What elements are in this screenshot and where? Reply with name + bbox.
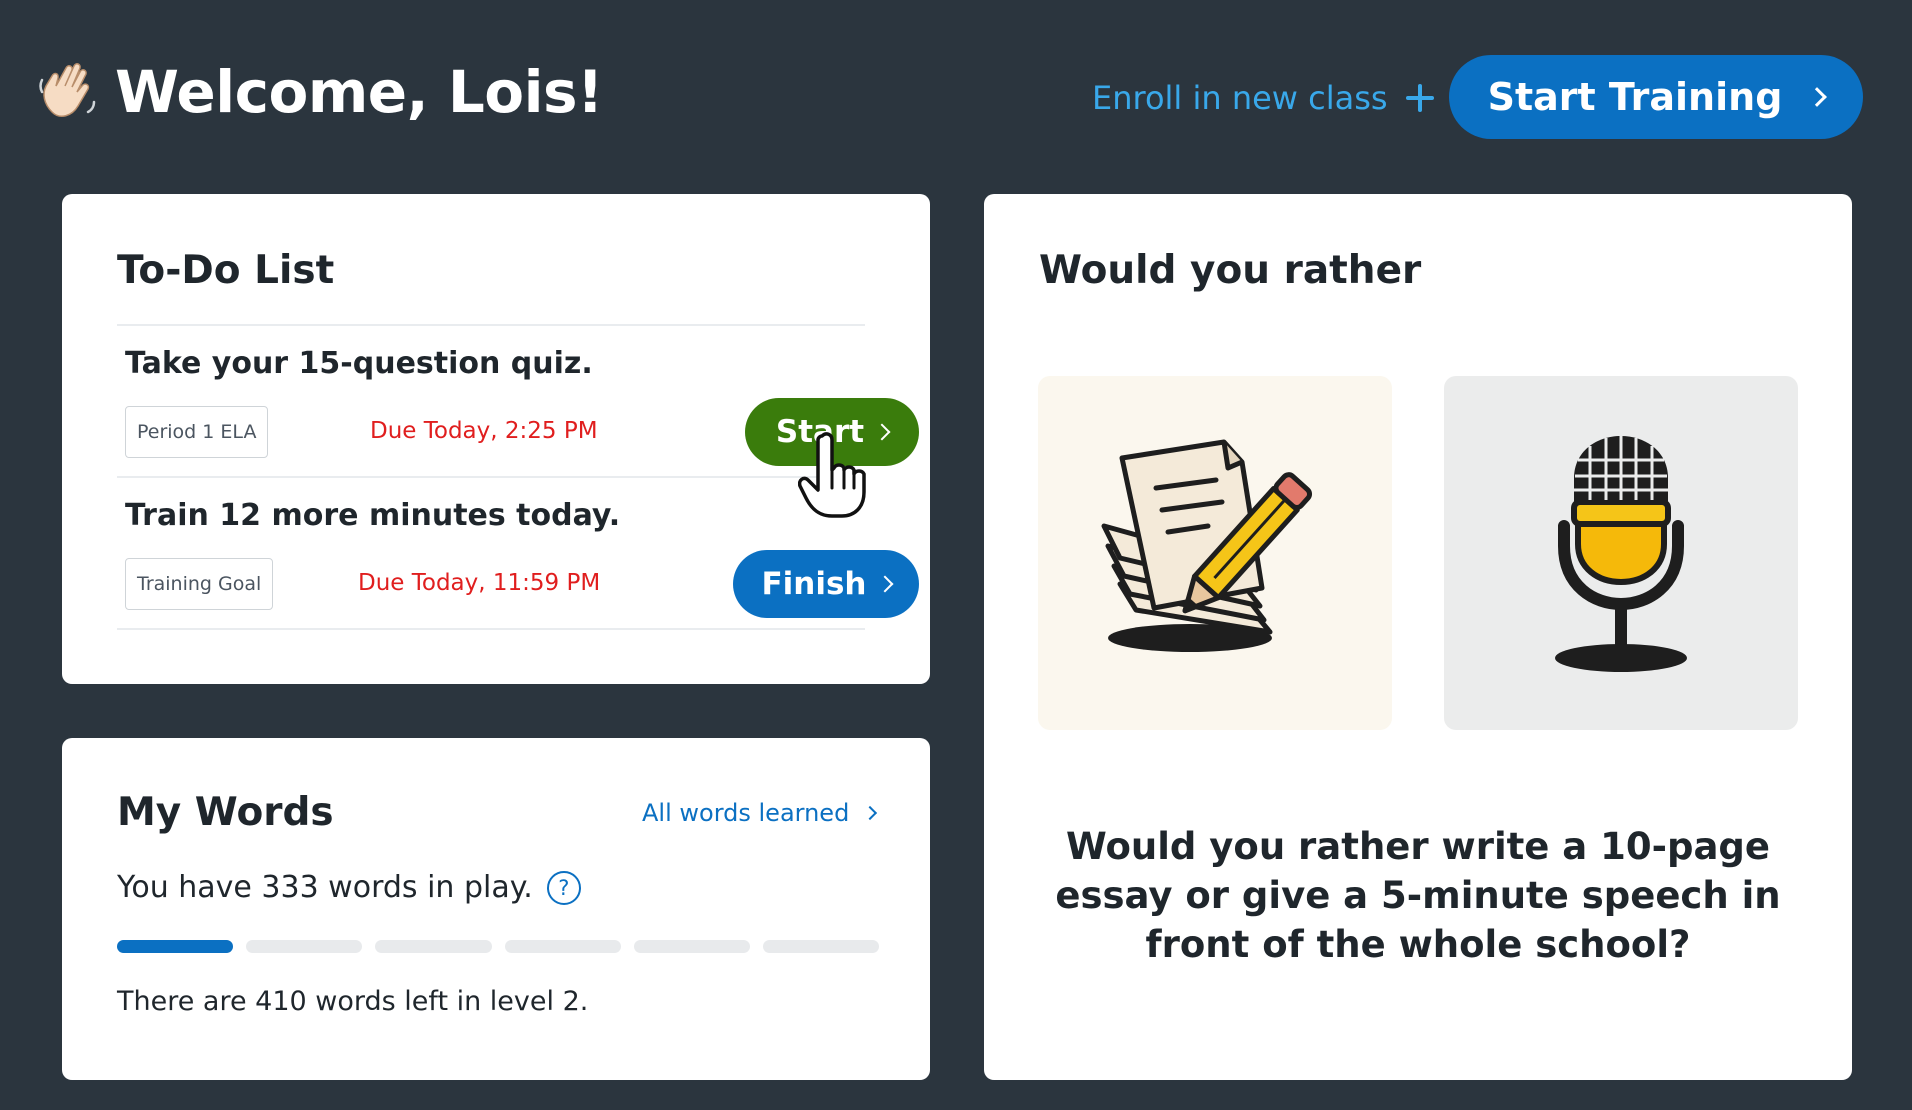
chevron-right-icon: [873, 423, 891, 441]
dashboard: Welcome, Lois! Enroll in new class Start…: [0, 0, 1912, 1110]
enroll-label: Enroll in new class: [1092, 79, 1388, 117]
would-you-rather-card: Would you rather Would you rather write …: [984, 194, 1852, 1080]
progress-segment-empty: [633, 940, 750, 953]
would-you-rather-question: Would you rather write a 10-page essay o…: [1055, 825, 1781, 966]
enroll-class-link[interactable]: Enroll in new class: [1092, 76, 1434, 120]
todo-item-training: Train 12 more minutes today. Training Go…: [117, 478, 919, 630]
start-training-button[interactable]: Start Training: [1449, 55, 1863, 139]
chevron-right-icon: [863, 805, 878, 821]
chevron-right-icon: [876, 575, 894, 593]
class-tag: Training Goal: [125, 558, 274, 610]
due-date: Due Today, 11:59 PM: [358, 570, 601, 596]
speech-option[interactable]: [1444, 376, 1798, 730]
todo-item-quiz: Take your 15-question quiz. Period 1 ELA…: [117, 326, 919, 478]
hand-pointer-cursor-icon: [798, 432, 866, 518]
progress-segment-empty: [504, 940, 621, 953]
words-in-play: You have 333 words in play. ?: [117, 870, 581, 905]
start-training-label: Start Training: [1487, 75, 1783, 119]
chevron-right-icon: [1807, 87, 1828, 107]
welcome-heading: Welcome, Lois!: [115, 58, 604, 126]
header: Welcome, Lois! Enroll in new class Start…: [0, 0, 1912, 190]
progress-segment-empty: [246, 940, 363, 953]
todo-list: Take your 15-question quiz. Period 1 ELA…: [117, 324, 919, 630]
words-left-text: There are 410 words left in level 2.: [117, 986, 589, 1017]
waving-hand-icon: [39, 63, 96, 117]
would-you-rather-title: Would you rather: [1039, 248, 1422, 293]
finish-label: Finish: [761, 566, 867, 602]
due-date: Due Today, 2:25 PM: [370, 418, 598, 444]
plus-icon: [1405, 84, 1434, 112]
finish-training-button[interactable]: Finish: [733, 550, 919, 618]
progress-segment-filled: [117, 940, 234, 953]
all-words-learned-label: All words learned: [642, 799, 850, 827]
words-in-play-text: You have 333 words in play.: [117, 870, 533, 905]
todo-task-text: Train 12 more minutes today.: [125, 498, 621, 533]
todo-task-text: Take your 15-question quiz.: [125, 346, 593, 381]
help-icon[interactable]: ?: [546, 870, 581, 905]
progress-segment-empty: [375, 940, 492, 953]
all-words-learned-link[interactable]: All words learned: [642, 796, 878, 830]
essay-option[interactable]: [1038, 376, 1392, 730]
essay-writing-icon: [1101, 439, 1313, 652]
todo-title: To-Do List: [117, 248, 335, 293]
my-words-title: My Words: [117, 790, 334, 835]
microphone-icon: [1555, 436, 1687, 672]
class-tag: Period 1 ELA: [125, 406, 269, 458]
my-words-card: My Words All words learned You have 333 …: [62, 738, 930, 1080]
progress-segment-empty: [762, 940, 880, 953]
level-progress-bar: [117, 940, 880, 954]
